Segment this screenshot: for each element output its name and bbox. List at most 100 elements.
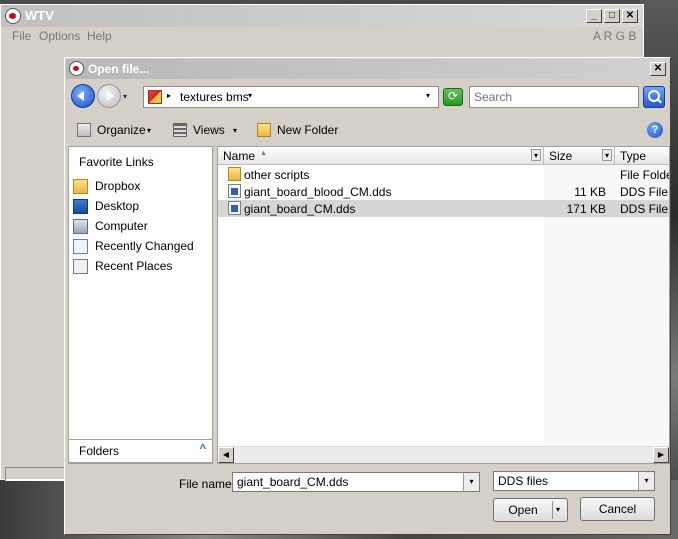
minimize-button[interactable]: _ bbox=[586, 9, 602, 23]
help-icon[interactable]: ? bbox=[647, 122, 663, 138]
file-type-dropdown[interactable]: ▾ bbox=[638, 472, 654, 490]
dialog-title: Open file... bbox=[88, 62, 150, 76]
favorite-links-pane: Favorite Links Dropbox Desktop Computer … bbox=[68, 146, 213, 464]
table-row[interactable]: other scripts File Folder bbox=[218, 166, 669, 183]
folders-label: Folders bbox=[79, 444, 120, 458]
new-folder-icon bbox=[257, 123, 271, 137]
scroll-right-icon[interactable]: ▶ bbox=[653, 447, 669, 463]
eye-app-icon bbox=[69, 61, 84, 76]
dialog-toolbar: Organize ▾ Views ▾ New Folder ? bbox=[67, 117, 668, 143]
address-bar[interactable]: ▸ textures bms ▾ ▾ bbox=[143, 86, 439, 108]
wtv-menu-bar: File Options Help A R G B bbox=[1, 27, 643, 47]
column-name[interactable]: Name ▲ ▾ bbox=[218, 147, 544, 164]
folder-location-icon bbox=[148, 90, 162, 104]
forward-arrow-icon[interactable] bbox=[97, 84, 121, 108]
search-input[interactable] bbox=[469, 86, 639, 108]
sidebar-item-recent-places[interactable]: Recent Places bbox=[73, 258, 209, 276]
folders-toggle[interactable]: Folders ^ bbox=[68, 439, 213, 463]
sidebar-item-computer[interactable]: Computer bbox=[73, 218, 209, 236]
chevron-up-icon: ^ bbox=[199, 443, 206, 455]
maximize-button[interactable]: □ bbox=[604, 9, 620, 23]
dds-file-icon bbox=[228, 201, 241, 215]
views-label: Views bbox=[193, 123, 225, 137]
eye-app-icon bbox=[5, 8, 21, 24]
scroll-left-icon[interactable]: ◀ bbox=[218, 447, 234, 463]
column-type[interactable]: Type bbox=[615, 147, 669, 164]
file-type: File Folder bbox=[620, 168, 669, 182]
file-size: 11 KB bbox=[574, 185, 606, 199]
table-row[interactable]: giant_board_blood_CM.dds 11 KB DDS File bbox=[218, 183, 669, 200]
file-list: Name ▲ ▾ Size ▾ Type other scripts File … bbox=[217, 146, 670, 464]
sidebar-item-label: Recently Changed bbox=[95, 239, 194, 253]
file-size: 171 KB bbox=[566, 202, 606, 216]
menu-options[interactable]: Options bbox=[39, 29, 80, 43]
organize-icon bbox=[77, 123, 91, 137]
dialog-title-bar: Open file... ✕ bbox=[66, 59, 669, 79]
address-history-dropdown[interactable]: ▾ bbox=[426, 91, 430, 100]
sidebar-item-label: Computer bbox=[95, 219, 148, 233]
column-size-label: Size bbox=[549, 149, 573, 163]
sidebar-item-label: Dropbox bbox=[95, 179, 141, 193]
sort-ascending-icon: ▲ bbox=[260, 150, 267, 157]
column-name-label: Name bbox=[223, 149, 256, 163]
close-button[interactable]: ✕ bbox=[622, 9, 638, 23]
sidebar-item-label: Desktop bbox=[95, 199, 140, 213]
chevron-down-icon: ▾ bbox=[233, 126, 238, 135]
file-name: giant_board_blood_CM.dds bbox=[244, 185, 392, 199]
column-size-filter[interactable]: ▾ bbox=[602, 149, 612, 161]
file-type: DDS File bbox=[620, 202, 669, 216]
navigation-bar: ▾ ▸ textures bms ▾ ▾ ⟳ bbox=[67, 80, 668, 114]
open-options-dropdown[interactable]: ▾ bbox=[556, 499, 560, 521]
wtv-title-bar: WTV _ □ ✕ bbox=[1, 5, 643, 27]
open-label: Open bbox=[508, 503, 538, 517]
computer-icon bbox=[73, 219, 88, 234]
desktop-icon bbox=[73, 199, 88, 214]
organize-button[interactable]: Organize ▾ bbox=[77, 121, 157, 139]
sidebar-item-desktop[interactable]: Desktop bbox=[73, 198, 209, 216]
wtv-title: WTV bbox=[25, 8, 54, 23]
file-name-dropdown[interactable]: ▾ bbox=[463, 473, 479, 491]
views-button[interactable]: Views ▾ bbox=[173, 121, 243, 139]
address-path[interactable]: textures bms bbox=[180, 90, 249, 104]
menu-help[interactable]: Help bbox=[87, 29, 112, 43]
views-icon bbox=[173, 123, 187, 137]
search-icon[interactable] bbox=[643, 86, 665, 108]
file-name-label: File name: bbox=[179, 477, 236, 491]
file-name-input[interactable]: giant_board_CM.dds bbox=[232, 472, 480, 492]
refresh-icon[interactable]: ⟳ bbox=[443, 88, 463, 106]
column-name-filter[interactable]: ▾ bbox=[531, 149, 541, 161]
recent-pages-dropdown[interactable]: ▾ bbox=[123, 92, 127, 101]
file-name: other scripts bbox=[244, 168, 310, 182]
table-row-selected[interactable]: giant_board_CM.dds 171 KB DDS File bbox=[218, 200, 669, 217]
dds-file-icon bbox=[228, 184, 241, 198]
horizontal-scrollbar[interactable]: ◀ ▶ bbox=[218, 446, 669, 463]
sidebar-item-recently-changed[interactable]: Recently Changed bbox=[73, 238, 209, 256]
new-folder-label: New Folder bbox=[277, 123, 339, 137]
column-size[interactable]: Size ▾ bbox=[544, 147, 615, 164]
chevron-down-icon: ▾ bbox=[147, 126, 152, 135]
open-button[interactable]: Open ▾ bbox=[493, 498, 568, 522]
open-file-dialog: Open file... ✕ ▾ ▸ textures bms ▾ ▾ ⟳ Or… bbox=[64, 57, 671, 535]
back-arrow-icon[interactable] bbox=[71, 84, 95, 108]
favorite-links-header: Favorite Links bbox=[79, 155, 154, 169]
file-type: DDS File bbox=[620, 185, 669, 199]
recent-places-icon bbox=[73, 259, 88, 274]
organize-label: Organize bbox=[97, 123, 146, 137]
new-folder-button[interactable]: New Folder bbox=[257, 121, 347, 139]
recently-changed-icon bbox=[73, 239, 88, 254]
dropbox-folder-icon bbox=[73, 179, 88, 194]
address-path-dropdown[interactable]: ▾ bbox=[248, 91, 252, 100]
file-name: giant_board_CM.dds bbox=[244, 202, 356, 216]
open-split-divider bbox=[552, 501, 553, 519]
column-header: Name ▲ ▾ Size ▾ Type bbox=[218, 147, 669, 165]
folder-icon bbox=[228, 167, 241, 181]
menu-file[interactable]: File bbox=[12, 29, 31, 43]
sidebar-item-label: Recent Places bbox=[95, 259, 173, 273]
column-type-label: Type bbox=[620, 149, 647, 163]
sidebar-item-dropbox[interactable]: Dropbox bbox=[73, 178, 209, 196]
address-chevron-icon[interactable]: ▸ bbox=[167, 91, 171, 100]
dialog-close-button[interactable]: ✕ bbox=[650, 62, 666, 76]
channel-toggles[interactable]: A R G B bbox=[593, 29, 636, 43]
cancel-button[interactable]: Cancel bbox=[580, 497, 655, 521]
file-type-select[interactable]: DDS files bbox=[493, 471, 655, 491]
